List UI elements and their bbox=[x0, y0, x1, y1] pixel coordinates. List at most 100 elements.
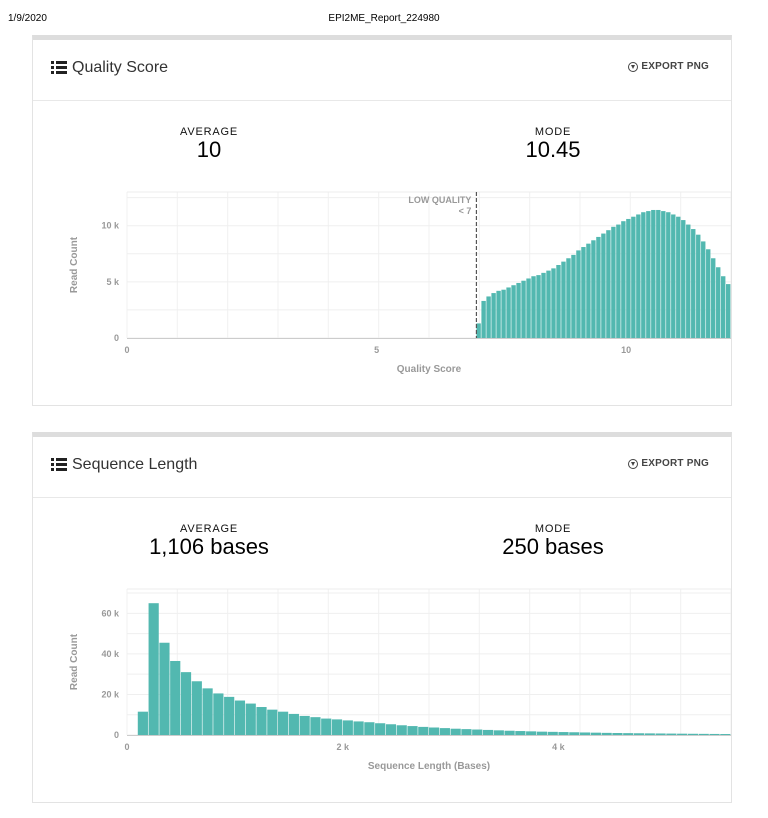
export-png-button[interactable]: EXPORT PNG bbox=[628, 458, 709, 469]
histogram-bar bbox=[698, 733, 709, 735]
histogram-bar bbox=[666, 212, 671, 338]
histogram-bar bbox=[709, 733, 720, 735]
histogram-bar bbox=[581, 247, 586, 338]
histogram-bar bbox=[511, 285, 516, 338]
histogram-bar bbox=[676, 216, 681, 338]
x-tick-label: 4 k bbox=[552, 742, 566, 752]
stat-value: 1,106 bases bbox=[149, 534, 269, 559]
histogram-bar bbox=[726, 284, 731, 338]
x-tick-label: 10 bbox=[621, 345, 631, 355]
histogram-bar bbox=[536, 275, 541, 338]
print-header: 1/9/2020 EPI2ME_Report_224980 bbox=[0, 13, 768, 27]
histogram-bar bbox=[491, 293, 496, 338]
histogram-bar bbox=[616, 224, 621, 338]
histogram-bar bbox=[711, 258, 716, 338]
histogram-bar bbox=[601, 732, 612, 735]
histogram-bar bbox=[651, 209, 656, 338]
list-icon bbox=[51, 458, 67, 472]
y-tick-label: 60 k bbox=[101, 608, 120, 618]
y-tick-label: 10 k bbox=[101, 221, 120, 231]
histogram-bar bbox=[546, 270, 551, 338]
stat-value: 10 bbox=[196, 137, 222, 162]
panel-title-text: Sequence Length bbox=[72, 456, 198, 473]
histogram-bar bbox=[202, 688, 213, 735]
histogram-bar bbox=[655, 733, 666, 735]
quality-score-panel: Quality Score EXPORT PNG AVERAGE 10 MODE… bbox=[32, 35, 732, 406]
histogram-bar bbox=[493, 730, 504, 735]
histogram-bar bbox=[245, 703, 256, 735]
panel-title: Sequence Length bbox=[51, 456, 197, 474]
histogram-bar bbox=[353, 721, 364, 735]
histogram-bar bbox=[516, 282, 521, 338]
histogram-bar bbox=[170, 660, 181, 735]
histogram-bar bbox=[621, 221, 626, 338]
y-tick-label: 5 k bbox=[106, 277, 120, 287]
histogram-bar bbox=[481, 300, 486, 338]
histogram-bar bbox=[556, 265, 561, 338]
histogram-bar bbox=[159, 642, 170, 735]
histogram-bar bbox=[407, 726, 418, 735]
print-title: EPI2ME_Report_224980 bbox=[328, 13, 440, 24]
x-tick-label: 0 bbox=[124, 742, 129, 752]
histogram-bar bbox=[661, 211, 666, 338]
histogram-bar bbox=[396, 725, 407, 735]
y-tick-label: 40 k bbox=[101, 649, 120, 659]
histogram-bar bbox=[591, 240, 596, 338]
histogram-bar bbox=[482, 729, 494, 735]
histogram-bar bbox=[429, 727, 440, 735]
low-quality-label: LOW QUALITY bbox=[408, 195, 471, 205]
export-png-button[interactable]: EXPORT PNG bbox=[628, 61, 709, 72]
histogram-bar bbox=[716, 267, 721, 338]
histogram-bar bbox=[671, 214, 676, 338]
stat-value: 10.45 bbox=[525, 137, 581, 162]
histogram-bar bbox=[506, 287, 511, 338]
histogram-bar bbox=[611, 226, 616, 338]
histogram-bar bbox=[569, 732, 580, 735]
stat-average: AVERAGE 10 bbox=[109, 126, 309, 161]
histogram-bar bbox=[385, 724, 397, 735]
histogram-bar bbox=[606, 230, 611, 338]
histogram-bar bbox=[364, 722, 375, 735]
histogram-bar bbox=[342, 720, 353, 735]
histogram-bar bbox=[148, 603, 159, 735]
x-axis-title: Sequence Length (Bases) bbox=[368, 761, 490, 772]
histogram-bar bbox=[526, 731, 537, 735]
histogram-bar bbox=[687, 733, 699, 735]
histogram-bar bbox=[496, 290, 501, 338]
histogram-bar bbox=[278, 711, 289, 735]
histogram-bar bbox=[256, 707, 267, 735]
histogram-bar bbox=[706, 249, 711, 338]
histogram-bar bbox=[644, 733, 655, 735]
histogram-bar bbox=[267, 709, 278, 735]
histogram-bar bbox=[515, 731, 526, 735]
histogram-bar bbox=[580, 732, 591, 735]
quality-score-chart: LOW QUALITY< 7 0 5 k 10 k 0 5 10 Quality Score R… bbox=[69, 191, 731, 375]
histogram-bar bbox=[504, 730, 515, 735]
download-icon bbox=[628, 61, 639, 72]
x-tick-label: 0 bbox=[124, 345, 129, 355]
histogram-bar bbox=[701, 241, 706, 338]
histogram-bar bbox=[601, 233, 606, 338]
histogram-bar bbox=[299, 715, 310, 735]
histogram-bar bbox=[561, 261, 566, 338]
histogram-bar bbox=[486, 296, 491, 338]
histogram-bar bbox=[472, 729, 483, 735]
panel-title-text: Quality Score bbox=[72, 59, 169, 76]
histogram-bar bbox=[590, 732, 601, 735]
histogram-bar bbox=[721, 276, 726, 338]
y-tick-label: 0 bbox=[114, 333, 119, 343]
histogram-bar bbox=[137, 711, 148, 735]
histogram-bar bbox=[418, 726, 429, 735]
histogram-bar bbox=[191, 681, 202, 735]
export-png-label: EXPORT PNG bbox=[641, 61, 709, 72]
histogram-bar bbox=[666, 733, 677, 735]
histogram-bar bbox=[439, 728, 450, 735]
y-tick-label: 20 k bbox=[101, 689, 120, 699]
histogram-bar bbox=[531, 276, 536, 338]
stat-mode: MODE 250 bases bbox=[453, 523, 653, 558]
histogram-bar bbox=[636, 214, 641, 338]
histogram-bar bbox=[696, 234, 701, 338]
histogram-bar bbox=[633, 733, 645, 735]
histogram-bar bbox=[450, 728, 461, 735]
histogram-bar bbox=[331, 719, 343, 735]
